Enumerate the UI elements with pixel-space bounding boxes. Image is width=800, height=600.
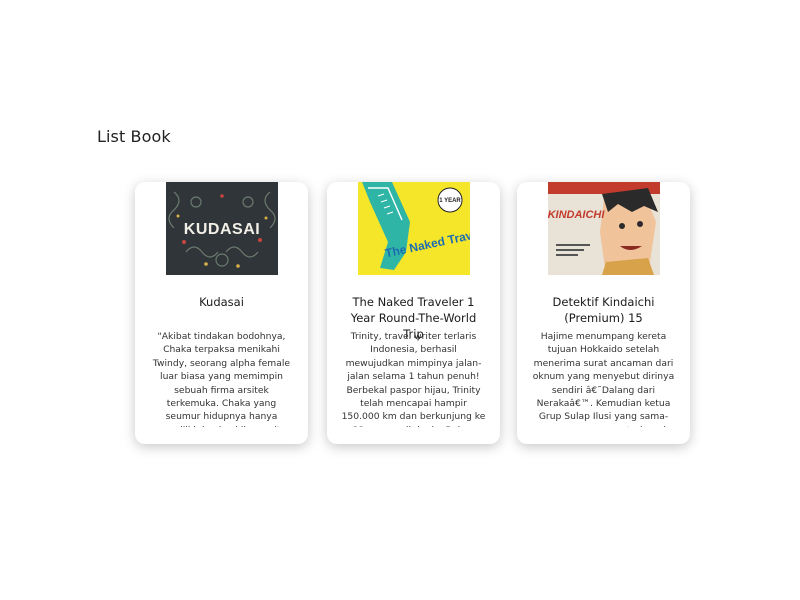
book-description: Hajime menumpang kereta tujuan Hokkaido … bbox=[532, 331, 675, 427]
book-description: Trinity, travel writer terlaris Indonesi… bbox=[341, 331, 486, 427]
book-cover-image[interactable]: KINDAICHI bbox=[547, 182, 660, 275]
cover-title: KUDASAI bbox=[183, 221, 259, 238]
book-list: KUDASAI Kudasai "Akibat tindakan bodohny… bbox=[135, 182, 695, 444]
book-cover-image[interactable]: 1 YEAR The Naked Traveler bbox=[357, 182, 470, 275]
cover-title: KINDAICHI bbox=[548, 209, 605, 221]
page-title: List Book bbox=[97, 127, 171, 146]
book-title: Kudasai bbox=[199, 295, 244, 309]
svg-text:1 YEAR: 1 YEAR bbox=[439, 198, 461, 204]
book-cover-image[interactable]: KUDASAI bbox=[165, 182, 278, 275]
book-card[interactable]: 1 YEAR The Naked Traveler The Naked Trav… bbox=[327, 182, 500, 444]
book-description: "Akibat tindakan bodohnya, Chaka terpaks… bbox=[152, 331, 291, 427]
book-title: Detektif Kindaichi (Premium) 15 bbox=[552, 295, 655, 325]
book-card[interactable]: KUDASAI Kudasai "Akibat tindakan bodohny… bbox=[135, 182, 308, 444]
book-card[interactable]: KINDAICHI Detektif Kindaichi (Premium) 1… bbox=[517, 182, 690, 444]
